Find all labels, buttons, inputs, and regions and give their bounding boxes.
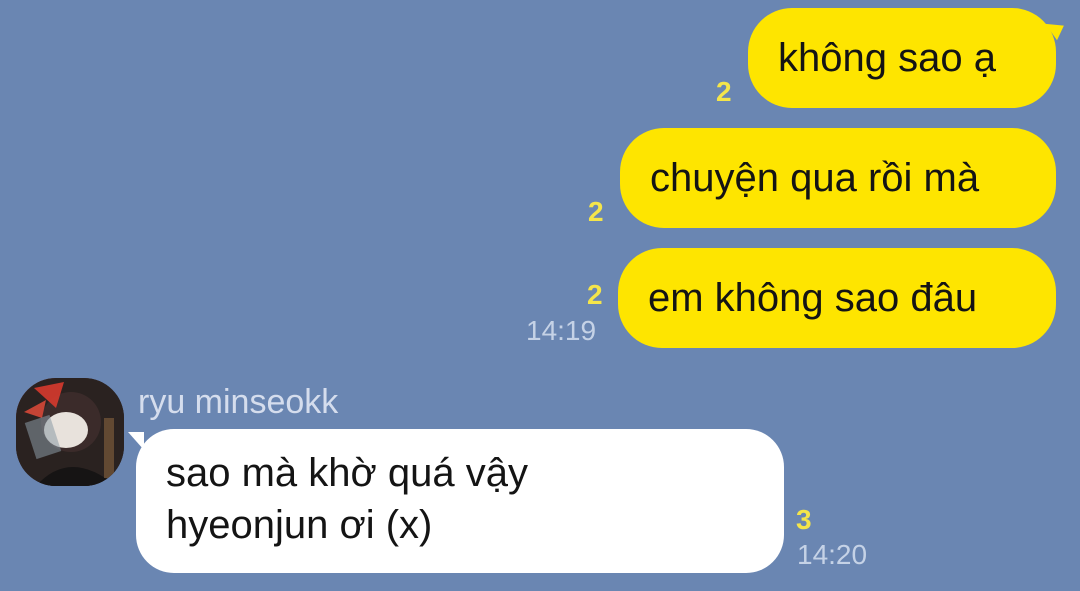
avatar-photo-icon	[16, 378, 124, 486]
message-text-line: hyeonjun ơi (x)	[166, 503, 433, 547]
message-timestamp: 14:19	[526, 315, 597, 346]
outgoing-message-bubble[interactable]: không sao ạ	[748, 8, 1069, 108]
unread-count: 3	[796, 504, 812, 535]
message-text: chuyện qua rồi mà	[650, 156, 980, 200]
message-text-line: sao mà khờ quá vậy	[166, 451, 528, 495]
incoming-message-bubble[interactable]: sao mà khờ quá vậy hyeonjun ơi (x)	[136, 429, 784, 573]
avatar[interactable]	[16, 378, 124, 486]
message-text: không sao ạ	[778, 36, 996, 80]
sender-name: ryu minseokk	[138, 383, 339, 421]
outgoing-message-bubble[interactable]: chuyện qua rồi mà	[620, 128, 1056, 228]
message-text: em không sao đâu	[648, 276, 978, 320]
bubble-tail	[1045, 15, 1069, 41]
unread-count: 2	[588, 196, 604, 227]
unread-count: 2	[716, 76, 732, 107]
message-timestamp: 14:20	[797, 539, 868, 570]
outgoing-message-bubble[interactable]: em không sao đâu	[618, 248, 1056, 348]
unread-count: 2	[587, 279, 603, 310]
